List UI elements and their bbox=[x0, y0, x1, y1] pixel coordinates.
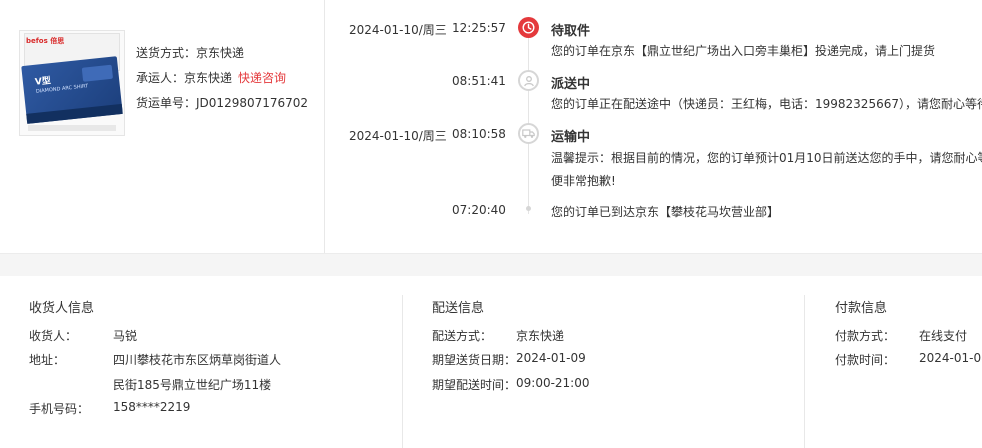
timeline-text: 您的订单正在配送途中（快递员：王红梅，电话：19982325667），请您耐心等… bbox=[551, 97, 982, 111]
delivery-info-title: 配送信息 bbox=[432, 301, 485, 316]
timeline-date: 2024-01-10/周三 bbox=[349, 23, 447, 37]
receiver-name: 马锐 bbox=[113, 329, 138, 343]
carrier-label: 承运人： bbox=[136, 71, 185, 85]
timeline-time: 12:25:57 bbox=[452, 21, 506, 35]
delivery-method: 京东快递 bbox=[516, 329, 565, 343]
timeline-status: 派送中 bbox=[551, 77, 591, 92]
receiver-phone: 158****2219 bbox=[113, 400, 191, 414]
timeline-text: 您的订单已到达京东【攀枝花马坎营业部】 bbox=[551, 205, 780, 219]
carrier-row: 承运人：京东快递 快递咨询 bbox=[136, 66, 308, 91]
timeline-status: 待取件 bbox=[551, 24, 591, 39]
payment-method-label: 付款方式： bbox=[835, 329, 896, 343]
delivery-method-label: 配送方式： bbox=[432, 329, 493, 343]
payment-info-title: 付款信息 bbox=[835, 301, 888, 316]
clock-icon bbox=[518, 17, 539, 38]
timeline-dot bbox=[526, 206, 531, 211]
product-brand: befos 倍思 bbox=[26, 37, 65, 45]
product-card-badge bbox=[81, 64, 114, 82]
payment-time-label: 付款时间： bbox=[835, 353, 896, 367]
section-separator bbox=[0, 253, 982, 276]
receiver-info-title: 收货人信息 bbox=[29, 301, 95, 316]
column-divider bbox=[402, 295, 403, 448]
timeline-time: 08:51:41 bbox=[452, 74, 506, 88]
courier-icon bbox=[518, 70, 539, 91]
product-shadow bbox=[28, 125, 116, 131]
truck-icon bbox=[518, 123, 539, 144]
payment-time: 2024-01-08 bbox=[919, 351, 982, 365]
delivery-time: 09:00-21:00 bbox=[516, 376, 590, 390]
receiver-name-label: 收货人： bbox=[29, 329, 78, 343]
receiver-address-line2: 民街185号鼎立世纪广场11楼 bbox=[113, 378, 272, 392]
payment-method: 在线支付 bbox=[919, 329, 968, 343]
shipping-method-row: 送货方式：京东快递 bbox=[136, 41, 308, 66]
timeline-time: 07:20:40 bbox=[452, 203, 506, 217]
receiver-address-label: 地址： bbox=[29, 353, 66, 367]
courier-consult-link[interactable]: 快递咨询 bbox=[238, 71, 286, 85]
timeline-date: 2024-01-10/周三 bbox=[349, 129, 447, 143]
vertical-divider bbox=[324, 0, 325, 253]
tracking-label: 货运单号： bbox=[136, 96, 197, 110]
delivery-date-label: 期望送货日期： bbox=[432, 353, 517, 367]
receiver-phone-label: 手机号码： bbox=[29, 402, 90, 416]
shipment-info: 送货方式：京东快递 承运人：京东快递 快递咨询 货运单号：JD0129807176… bbox=[136, 41, 308, 116]
tracking-number: JD0129807176702 bbox=[196, 96, 309, 110]
carrier-value: 京东快递 bbox=[184, 71, 233, 85]
timeline-text-continued: 便非常抱歉! bbox=[551, 174, 616, 188]
shipment-panel: befos 倍思 V型 DIAMOND ARC SHIRT 送货方式：京东快递 … bbox=[0, 0, 982, 253]
product-thumbnail[interactable]: befos 倍思 V型 DIAMOND ARC SHIRT bbox=[19, 30, 125, 136]
tracking-row: 货运单号：JD0129807176702 bbox=[136, 91, 308, 116]
timeline-status: 运输中 bbox=[551, 130, 591, 145]
shipping-method-label: 送货方式： bbox=[136, 46, 197, 60]
product-card-title: V型 bbox=[34, 76, 52, 88]
timeline-time: 08:10:58 bbox=[452, 127, 506, 141]
column-divider bbox=[804, 295, 805, 448]
delivery-date: 2024-01-09 bbox=[516, 351, 586, 365]
timeline-text: 您的订单在京东【鼎立世纪广场出入口旁丰巢柜】投递完成，请上门提货 bbox=[551, 44, 936, 58]
timeline-text: 温馨提示：根据目前的情况，您的订单预计01月10日前送达您的手中，请您耐心等待 bbox=[551, 151, 982, 165]
delivery-time-label: 期望配送时间： bbox=[432, 378, 517, 392]
receiver-address-line1: 四川攀枝花市东区炳草岗街道人 bbox=[113, 353, 282, 367]
shipping-method-value: 京东快递 bbox=[196, 46, 245, 60]
product-card-strip bbox=[26, 103, 123, 124]
product-card: V型 DIAMOND ARC SHIRT bbox=[21, 56, 123, 124]
